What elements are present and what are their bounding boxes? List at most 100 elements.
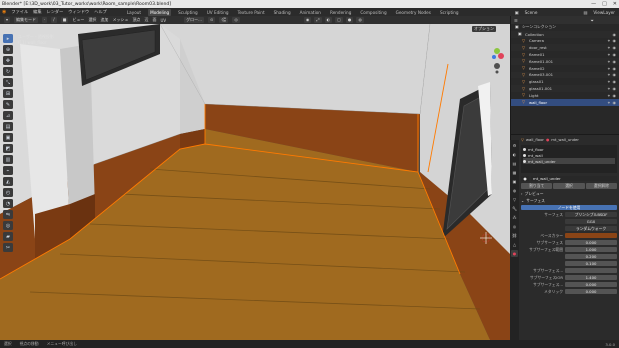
3d-viewport[interactable] xyxy=(0,24,510,340)
physics-icon[interactable]: ◎ xyxy=(511,223,518,230)
visibility-icon[interactable]: ◉ xyxy=(303,17,312,23)
tab-sculpting[interactable]: Sculpting xyxy=(176,9,200,16)
menu-view[interactable]: ビュー xyxy=(72,17,84,23)
rotate-icon[interactable]: ↻ xyxy=(3,67,13,76)
collection-row[interactable]: ▣ Collection ◉ xyxy=(511,30,619,38)
particles-icon[interactable]: ⁂ xyxy=(511,214,518,221)
surface-shader-field[interactable]: プリンシプルBSDF xyxy=(565,211,617,218)
transform-icon[interactable]: ⊞ xyxy=(3,89,13,98)
visibility-toggle-icon[interactable]: ◉ xyxy=(613,79,617,84)
shading-solid-icon[interactable]: ● xyxy=(345,17,354,23)
outliner-item[interactable]: ▽ glass01 ⌖ ◉ xyxy=(511,78,619,85)
tab-modeling[interactable]: Modeling xyxy=(148,8,172,16)
tab-animation[interactable]: Animation xyxy=(298,9,323,16)
outliner-item[interactable]: ▽ wall_floor ⌖ ◉ xyxy=(511,98,619,106)
outliner-item[interactable]: ▽ Light ⌖ ◉ xyxy=(511,92,619,99)
render-icon[interactable]: ◐ xyxy=(511,151,518,158)
polybuild-icon[interactable]: ◭ xyxy=(3,177,13,186)
measure-icon[interactable]: ⊿ xyxy=(3,111,13,120)
navigation-gizmo[interactable] xyxy=(488,42,506,74)
tab-layout[interactable]: Layout xyxy=(125,9,143,16)
menu-edge[interactable]: 辺 xyxy=(144,17,148,23)
inset-icon[interactable]: ▣ xyxy=(3,133,13,142)
world-icon[interactable]: ◍ xyxy=(511,187,518,194)
outliner-item[interactable]: ▽ glass01.001 ⌖ ◉ xyxy=(511,85,619,92)
loopcut-icon[interactable]: ▥ xyxy=(3,155,13,164)
distribution-select[interactable]: GGX xyxy=(565,218,617,225)
pivot-icon[interactable]: ⊙ xyxy=(207,17,216,23)
subsurface-method-select[interactable]: ランダムウォーク xyxy=(565,225,617,232)
select-toggle-icon[interactable]: ⌖ xyxy=(608,79,610,84)
material-browse-icon[interactable]: ● xyxy=(521,175,529,182)
tab-rendering[interactable]: Rendering xyxy=(328,9,353,16)
tab-compositing[interactable]: Compositing xyxy=(358,9,388,16)
proportional-icon[interactable]: ◎ xyxy=(232,17,240,23)
select-toggle-icon[interactable]: ⌖ xyxy=(608,72,610,77)
tab-uv-editing[interactable]: UV Editing xyxy=(205,9,231,16)
menu-file[interactable]: ファイル xyxy=(11,9,28,15)
visibility-toggle-icon[interactable]: ◉ xyxy=(613,72,617,77)
outliner-item[interactable]: ▽ flame03.001 ⌖ ◉ xyxy=(511,71,619,79)
property-value-field[interactable]: 0.000 xyxy=(565,288,617,295)
tab-texture-paint[interactable]: Texture Paint xyxy=(236,9,267,16)
shear-icon[interactable]: ▰ xyxy=(3,232,13,241)
visibility-toggle-icon[interactable]: ◉ xyxy=(613,38,617,43)
visibility-toggle-icon[interactable]: ◉ xyxy=(613,59,617,64)
transform-orientation[interactable]: グロー... xyxy=(184,17,204,23)
annotate-icon[interactable]: ✎ xyxy=(3,100,13,109)
outliner-item[interactable]: ▽ Camera ⌖ ◉ xyxy=(511,38,619,45)
tab-scripting[interactable]: Scripting xyxy=(438,9,461,16)
xray-icon[interactable]: ▢ xyxy=(335,17,343,23)
menu-render[interactable]: レンダー xyxy=(47,9,64,15)
visibility-toggle-icon[interactable]: ◉ xyxy=(613,45,617,50)
shrink-icon[interactable]: ◎ xyxy=(3,221,13,230)
select-toggle-icon[interactable]: ⌖ xyxy=(608,86,610,91)
shading-material-icon[interactable]: ◍ xyxy=(356,17,364,23)
use-nodes-button[interactable]: ノードを使用 xyxy=(521,204,617,211)
minimize-button[interactable]: — xyxy=(591,1,596,7)
data-icon[interactable]: △ xyxy=(511,241,518,248)
snap-icon[interactable]: 🧲︎ xyxy=(219,17,229,23)
property-value-field[interactable]: 1.000 xyxy=(565,246,617,253)
property-value-field[interactable] xyxy=(565,267,617,274)
deselect-button[interactable]: 選択解除 xyxy=(585,183,617,189)
select-toggle-icon[interactable]: ⌖ xyxy=(608,66,610,71)
select-mode-edge-icon[interactable]: / xyxy=(51,17,57,23)
rip-icon[interactable]: ✂ xyxy=(3,243,13,252)
menu-mesh[interactable]: メッシュ xyxy=(112,17,128,23)
outliner-item[interactable]: ▽ flame01 ⌖ ◉ xyxy=(511,51,619,58)
outliner-item[interactable]: ▽ flame01.001 ⌖ ◉ xyxy=(511,57,619,65)
material-icon[interactable]: ● xyxy=(511,250,518,257)
property-value-field[interactable]: 0.000 xyxy=(565,281,617,288)
material-name-field[interactable]: mt_wall_under xyxy=(531,175,617,182)
scene-icon[interactable]: ▣ xyxy=(511,178,518,185)
visibility-toggle-icon[interactable]: ◉ xyxy=(613,93,617,98)
scene-selector[interactable]: Scene xyxy=(525,10,538,15)
preview-panel-header[interactable]: › プレビュー xyxy=(521,190,617,197)
menu-select[interactable]: 選択 xyxy=(88,17,96,23)
scene-collection-row[interactable]: ▣ シーンコレクション xyxy=(511,24,619,31)
overlay-icon[interactable]: ◐ xyxy=(324,17,333,23)
view-layer-icon[interactable]: ▦ xyxy=(511,169,518,176)
visibility-toggle-icon[interactable]: ◉ xyxy=(613,32,617,37)
options-button[interactable]: オプション xyxy=(472,26,496,32)
close-button[interactable]: ✕ xyxy=(613,1,617,7)
menu-help[interactable]: ヘルプ xyxy=(94,9,107,15)
select-mode-vertex-icon[interactable]: · xyxy=(42,17,48,23)
tool-icon[interactable]: ⚙ xyxy=(511,142,518,149)
menu-edit[interactable]: 編集 xyxy=(33,9,41,15)
select-box-icon[interactable]: ▸ xyxy=(3,34,13,43)
outliner-item[interactable]: ▽ flame02 ⌖ ◉ xyxy=(511,65,619,72)
gizmo-toggle-icon[interactable]: ⤢ xyxy=(314,17,322,23)
property-value-field[interactable]: 0.200 xyxy=(565,253,617,260)
mode-selector[interactable]: 編集モード xyxy=(14,17,39,23)
visibility-toggle-icon[interactable]: ◉ xyxy=(613,52,617,57)
view-layer-icon[interactable]: ▤ xyxy=(583,10,587,15)
assign-button[interactable]: 割り当て xyxy=(521,183,553,189)
menu-add[interactable]: 追加 xyxy=(100,17,108,23)
select-toggle-icon[interactable]: ⌖ xyxy=(608,93,610,98)
visibility-toggle-icon[interactable]: ◉ xyxy=(613,100,617,105)
select-toggle-icon[interactable]: ⌖ xyxy=(608,52,610,57)
surface-panel-header[interactable]: ⌄ サーフェス xyxy=(521,197,617,204)
knife-icon[interactable]: ⌁ xyxy=(3,166,13,175)
